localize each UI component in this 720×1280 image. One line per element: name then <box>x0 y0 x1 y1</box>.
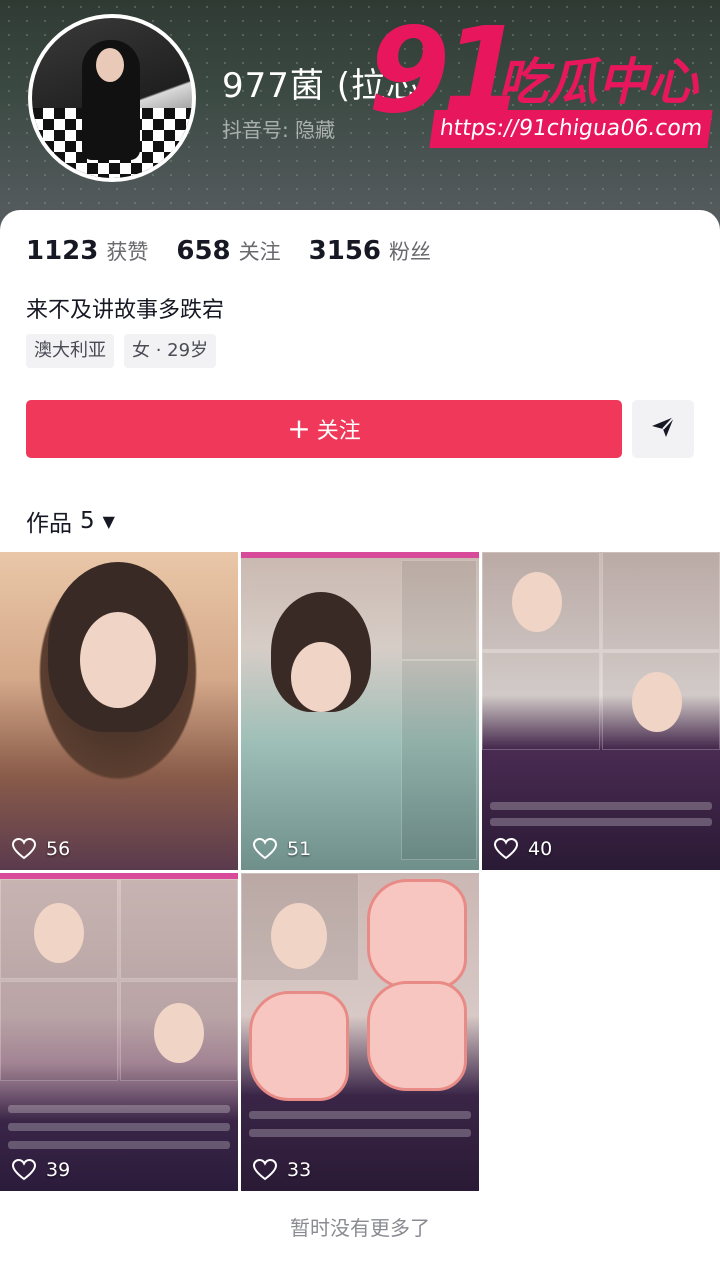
video-tile[interactable]: 56 <box>0 552 238 870</box>
stat-following[interactable]: 658 关注 <box>176 236 280 266</box>
thumb-cell <box>482 652 600 750</box>
thumb-face <box>512 572 562 632</box>
like-counter: 56 <box>12 838 70 860</box>
thumbs-up-sticker <box>367 981 467 1091</box>
thumb-cell <box>401 660 477 860</box>
stat-following-value: 658 <box>176 236 231 266</box>
stat-followers-label: 粉丝 <box>389 240 432 264</box>
stat-following-label: 关注 <box>238 240 281 264</box>
chat-line <box>249 1111 471 1119</box>
share-button[interactable] <box>632 400 694 458</box>
thumb-face <box>154 1003 204 1063</box>
heart-icon <box>253 1159 277 1181</box>
follow-button[interactable]: + 关注 <box>26 400 622 458</box>
like-count: 40 <box>528 838 553 860</box>
user-subline: 抖音号: 隐藏 <box>222 118 336 142</box>
video-tile[interactable]: 40 <box>482 552 720 870</box>
like-count: 56 <box>46 838 71 860</box>
avatar-face <box>96 48 124 82</box>
thumb-cell <box>602 552 720 650</box>
thumb-face <box>80 612 156 708</box>
stat-likes-value: 1123 <box>26 236 99 266</box>
heart-icon <box>494 838 518 860</box>
heart-icon <box>253 838 277 860</box>
profile-stats: 1123 获赞 658 关注 3156 粉丝 <box>26 236 459 270</box>
tag-location: 澳大利亚 <box>26 334 114 368</box>
tag-gender-age: 女 · 29岁 <box>124 334 217 368</box>
like-count: 39 <box>46 1159 71 1181</box>
follow-label: 关注 <box>316 419 361 444</box>
stat-followers-value: 3156 <box>308 236 382 266</box>
thumb-cell <box>120 879 238 979</box>
stat-followers[interactable]: 3156 粉丝 <box>309 236 431 266</box>
profile-tags: 澳大利亚 女 · 29岁 <box>26 334 217 368</box>
avatar[interactable] <box>28 14 196 182</box>
thumbs-up-sticker <box>367 879 467 989</box>
thumbs-up-sticker <box>249 991 349 1101</box>
chat-line <box>490 818 712 826</box>
works-label: 作品 <box>26 511 72 537</box>
chat-line <box>8 1123 230 1131</box>
video-tile[interactable]: 33 <box>241 873 479 1191</box>
thumb-cell <box>401 560 477 660</box>
bio: 来不及讲故事多跌宕 <box>26 298 225 323</box>
chat-line <box>490 802 712 810</box>
thumb-face <box>271 903 327 969</box>
send-icon <box>650 415 676 443</box>
caret-down-icon: ▼ <box>102 511 115 531</box>
like-counter: 40 <box>494 838 552 860</box>
works-count: 5 <box>80 508 95 534</box>
works-tab[interactable]: 作品 5 ▼ <box>26 504 115 538</box>
heart-icon <box>12 1159 36 1181</box>
like-counter: 39 <box>12 1159 70 1181</box>
thumb-face <box>34 903 84 963</box>
live-bar <box>241 552 479 558</box>
like-count: 33 <box>287 1159 312 1181</box>
plus-icon: + <box>287 412 311 445</box>
thumb-face <box>291 642 351 712</box>
like-counter: 51 <box>253 838 311 860</box>
thumb-cell <box>0 981 118 1081</box>
watermark-title: 吃瓜中心 <box>498 53 698 111</box>
video-tile[interactable]: 51 <box>241 552 479 870</box>
chat-line <box>8 1105 230 1113</box>
video-tile[interactable]: 39 <box>0 873 238 1191</box>
heart-icon <box>12 838 36 860</box>
thumb-face <box>632 672 682 732</box>
end-of-list-text: 暂时没有更多了 <box>290 1216 430 1240</box>
watermark-url: https://91chigua06.com <box>429 110 713 148</box>
like-counter: 33 <box>253 1159 311 1181</box>
stat-likes-label: 获赞 <box>106 240 149 264</box>
stat-likes[interactable]: 1123 获赞 <box>26 236 148 266</box>
chat-line <box>8 1141 230 1149</box>
chat-line <box>249 1129 471 1137</box>
like-count: 51 <box>287 838 312 860</box>
